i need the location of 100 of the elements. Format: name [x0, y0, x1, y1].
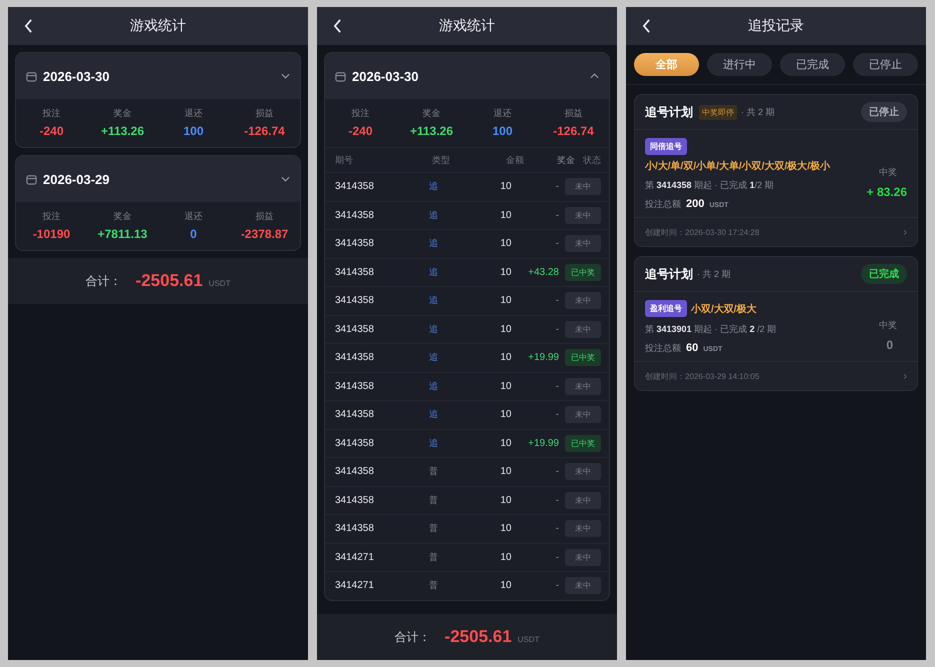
plan-title: 追号计划 — [645, 104, 693, 120]
stat-label: 退还 — [494, 107, 512, 120]
table-cell-text: 10 — [499, 238, 512, 250]
table-cell-text: - — [554, 523, 559, 534]
table-cell-text: 3414358 — [335, 324, 375, 335]
table-cell-text: +19.99 — [527, 352, 559, 364]
table-cell-text: 追 — [428, 380, 440, 393]
table-cell-text: 10 — [499, 324, 512, 335]
status-badge: 未中 — [565, 320, 601, 338]
day-header[interactable]: 2026-03-30 — [16, 53, 300, 99]
stat-value: -240 — [348, 124, 373, 138]
calendar-icon — [335, 70, 346, 82]
table-cell-text: 3414271 — [335, 552, 375, 563]
table-cell-text: 10 — [499, 380, 512, 392]
filter-tab[interactable]: 进行中 — [707, 53, 772, 76]
stat-label: 损益 — [256, 107, 274, 120]
status-badge: 未中 — [565, 406, 601, 424]
calendar-icon — [26, 70, 37, 82]
back-icon[interactable] — [642, 19, 651, 33]
table-cell-text: 10 — [499, 438, 512, 449]
status-badge: 未中 — [565, 492, 601, 509]
day-date: 2026-03-30 — [352, 68, 420, 84]
stat-label: 投注 — [352, 107, 370, 120]
status-badge: 未中 — [565, 577, 601, 594]
table-cell-text: 3414358 — [335, 266, 375, 278]
screen-title: 游戏统计 — [439, 17, 495, 35]
table-cell-text: 普 — [428, 579, 440, 592]
stat-label: 退还 — [184, 107, 202, 120]
back-icon[interactable] — [24, 19, 33, 33]
table-cell-text: 3414358 — [335, 466, 375, 478]
table-cell-text: 3414358 — [335, 494, 375, 506]
table-cell-text: - — [554, 466, 559, 478]
prize-value: + 83.26 — [866, 185, 907, 199]
status-badge: 未中 — [565, 206, 601, 224]
currency-unit: USDT — [518, 635, 540, 644]
day-header[interactable]: 2026-03-30 — [325, 53, 609, 99]
table-cell-text: 追 — [428, 208, 440, 222]
stat-label: 奖金 — [422, 107, 440, 120]
back-icon[interactable] — [333, 19, 342, 33]
column-header: 状态 — [582, 154, 601, 166]
table-cell-text: 10 — [499, 295, 512, 306]
total-label: 合计： — [394, 628, 431, 646]
table-cell-text: 追 — [428, 351, 440, 364]
stat-value: +7811.13 — [98, 227, 148, 241]
chevron-icon[interactable] — [590, 73, 599, 79]
progress-text: 第 3414358 期起 · 已完成 1/2 期 — [645, 179, 775, 192]
chevron-icon[interactable] — [281, 73, 290, 79]
status-badge: 已中奖 — [565, 349, 601, 366]
table-cell-text: 追 — [428, 408, 440, 422]
amount-label: 投注总额 — [645, 342, 681, 355]
status-badge: 未中 — [565, 463, 601, 480]
stat-label: 奖金 — [114, 210, 132, 223]
column-header: 类型 — [430, 154, 451, 166]
stat-label: 投注 — [42, 210, 60, 223]
column-header: 奖金 — [556, 154, 575, 166]
status-badge: 未中 — [565, 178, 601, 196]
stat-value: -126.74 — [553, 124, 594, 138]
progress-text: 第 3413901 期起 · 已完成 2 /2 期 — [645, 323, 778, 336]
table-cell-text: 追 — [428, 237, 440, 250]
table-cell-text: 追 — [428, 436, 440, 450]
filter-tab[interactable]: 已停止 — [853, 53, 918, 76]
stat-label: 奖金 — [114, 107, 132, 120]
currency-unit: USDT — [208, 279, 230, 288]
table-cell-text: - — [554, 238, 559, 250]
stat-value: +113.26 — [100, 124, 144, 138]
table-cell-text: +43.28 — [527, 266, 559, 278]
table-cell-text: +19.99 — [527, 438, 559, 449]
table-cell-text: - — [554, 324, 559, 335]
calendar-icon — [26, 174, 37, 184]
mode-badge: 盈利追号 — [645, 300, 687, 317]
filter-tab[interactable]: 已完成 — [780, 53, 845, 76]
stat-value: 100 — [183, 124, 204, 138]
chevron-icon[interactable] — [281, 176, 290, 182]
table-cell-text: - — [554, 580, 559, 592]
table-cell-text: 10 — [499, 523, 512, 534]
table-cell-text: 普 — [428, 465, 440, 478]
stat-value: 100 — [492, 124, 513, 138]
table-cell-text: 追 — [428, 180, 440, 194]
column-header: 金额 — [505, 154, 524, 166]
status-badge: 已中奖 — [565, 264, 601, 281]
column-header: 期号 — [335, 154, 354, 166]
table-cell-text: 普 — [428, 494, 440, 507]
table-cell-text: 10 — [499, 266, 512, 278]
status-badge: 未中 — [565, 520, 601, 538]
table-cell-text: 追 — [428, 266, 440, 279]
day-header[interactable]: 2026-03-29 — [16, 156, 300, 202]
amount-label: 投注总额 — [645, 198, 681, 211]
table-cell-text: 10 — [499, 580, 512, 592]
day-date: 2026-03-30 — [43, 68, 110, 84]
table-cell-text: 10 — [499, 466, 512, 478]
screen-title: 追投记录 — [748, 17, 804, 35]
table-cell-text: - — [554, 380, 559, 392]
mode-badge: 同倍追号 — [645, 138, 687, 155]
table-cell-text: 普 — [428, 550, 440, 564]
table-cell-text: 3414358 — [335, 238, 375, 250]
created-time: 创建时间：2026-03-30 17:24:28 — [645, 226, 760, 238]
stat-value: -240 — [39, 124, 64, 138]
table-cell-text: 3414358 — [335, 352, 375, 364]
table-cell-text: 3414358 — [335, 438, 375, 449]
bet-picks: 小/大/单/双/小单/大单/小双/大双/极大/极小 — [645, 160, 830, 173]
